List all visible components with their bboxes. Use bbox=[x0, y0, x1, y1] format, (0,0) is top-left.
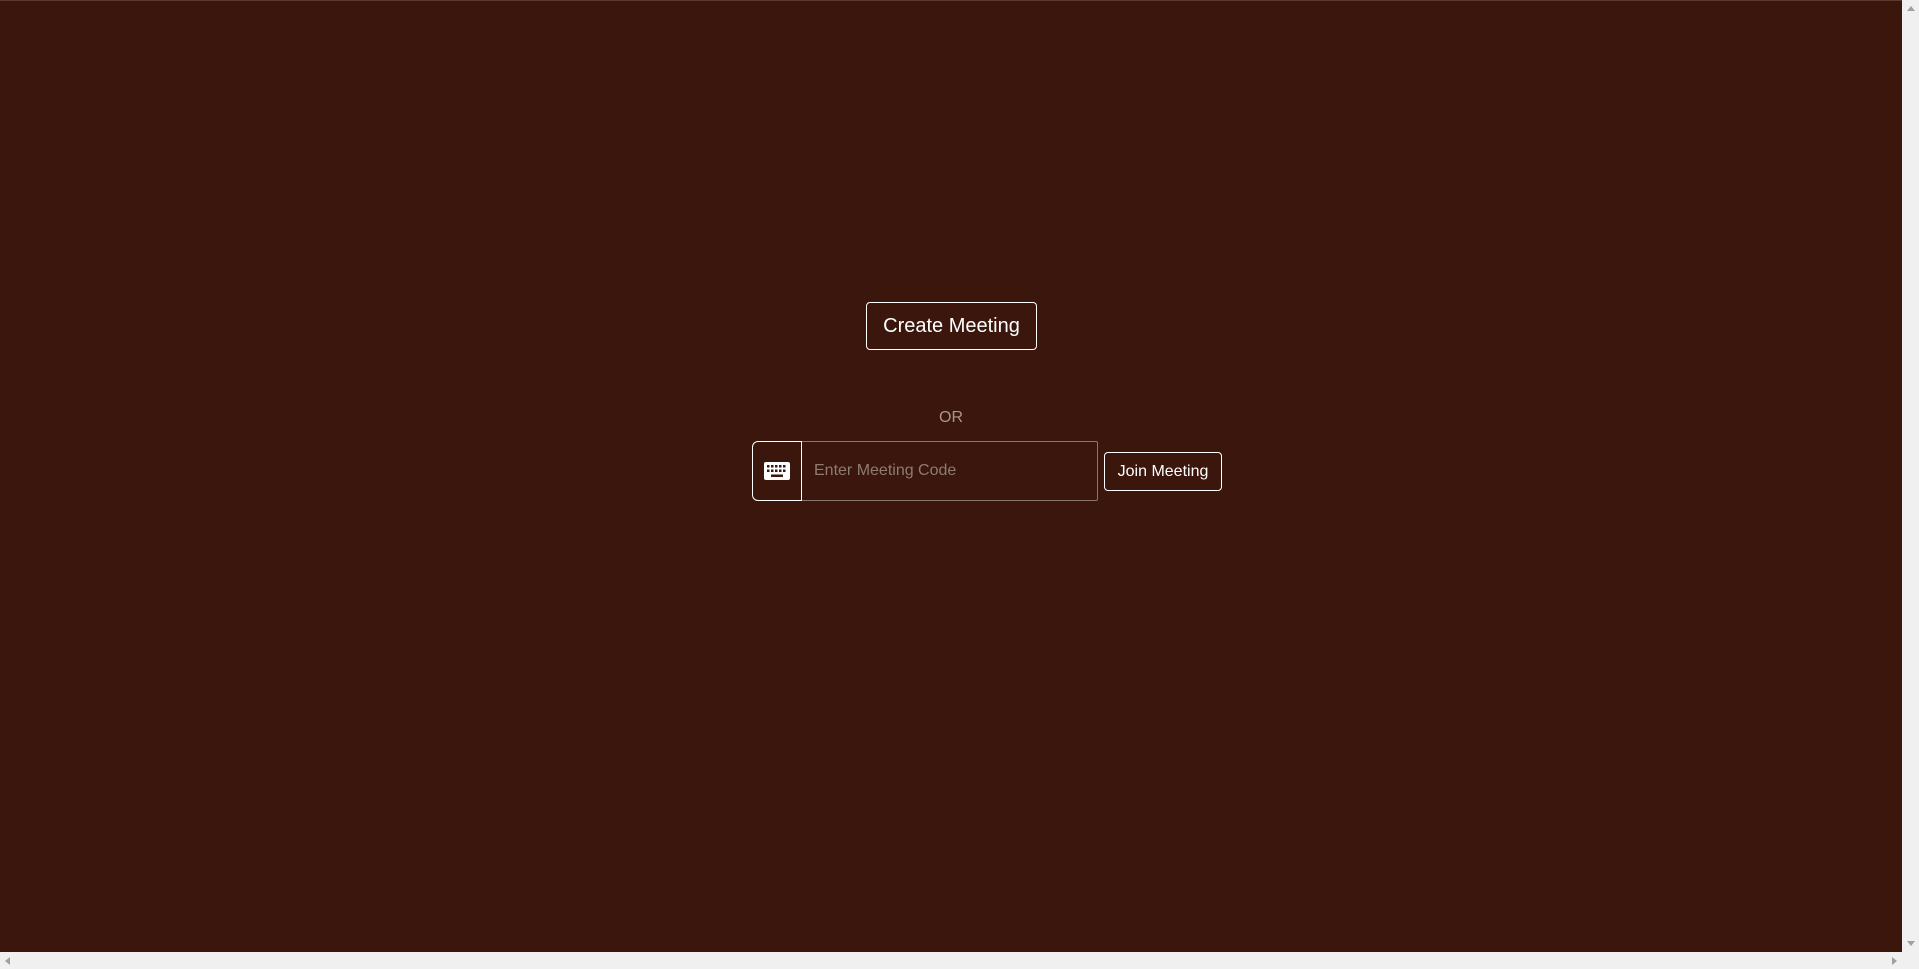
scroll-right-icon[interactable] bbox=[1892, 957, 1897, 965]
page-viewport: Create Meeting OR Enter Meeting Code Joi… bbox=[0, 0, 1902, 952]
horizontal-scrollbar[interactable] bbox=[0, 952, 1902, 969]
meeting-code-group bbox=[752, 441, 1098, 501]
vertical-scrollbar[interactable] bbox=[1902, 0, 1919, 952]
scroll-up-icon[interactable] bbox=[1907, 6, 1915, 11]
join-meeting-button[interactable]: Join Meeting bbox=[1104, 452, 1222, 491]
create-meeting-button[interactable]: Create Meeting bbox=[866, 302, 1037, 350]
scrollbar-corner bbox=[1902, 952, 1919, 969]
keyboard-icon bbox=[764, 462, 790, 480]
meeting-code-icon-box bbox=[752, 441, 802, 501]
meeting-code-input[interactable] bbox=[802, 441, 1098, 501]
scroll-left-icon[interactable] bbox=[5, 957, 10, 965]
scroll-down-icon[interactable] bbox=[1907, 941, 1915, 946]
or-separator: OR bbox=[939, 409, 963, 426]
